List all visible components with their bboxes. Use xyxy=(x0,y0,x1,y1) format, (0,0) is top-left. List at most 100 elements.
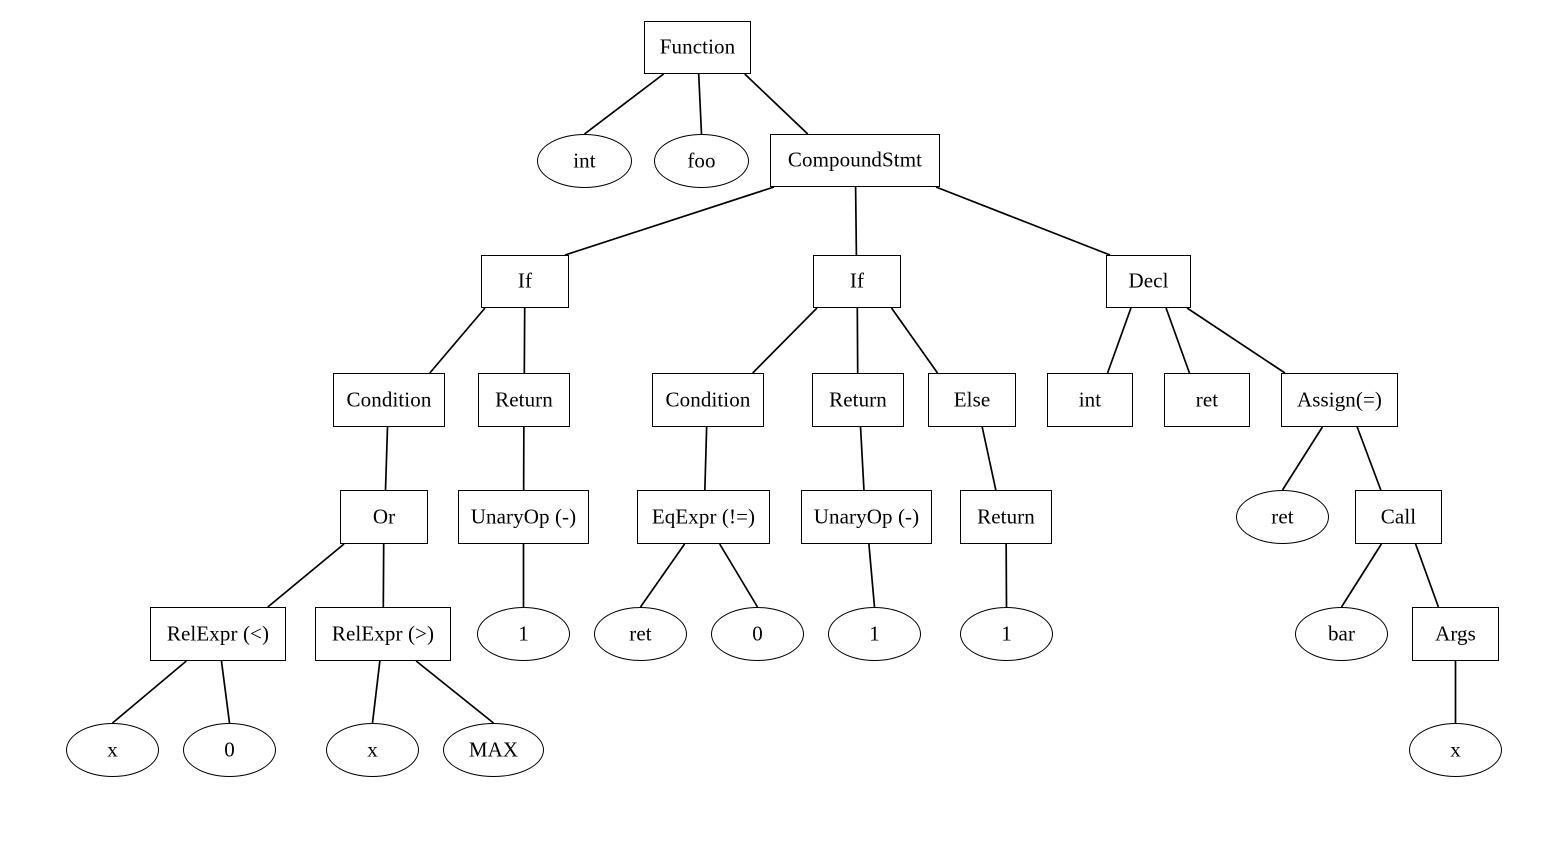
ast-node-return1[interactable]: Return xyxy=(478,373,570,427)
ast-node-if2[interactable]: If xyxy=(813,255,901,308)
ast-node-const_one_c[interactable]: 1 xyxy=(960,607,1053,661)
ast-node-label: UnaryOp (-) xyxy=(470,504,577,528)
ast-node-const_one_b[interactable]: 1 xyxy=(828,607,921,661)
ast-node-unaryop2[interactable]: UnaryOp (-) xyxy=(801,490,932,544)
ast-node-label: ret xyxy=(1195,387,1219,411)
ast-node-cond2[interactable]: Condition xyxy=(652,373,764,427)
ast-node-gt_x[interactable]: x xyxy=(326,723,419,777)
ast-node-label: Decl xyxy=(1128,268,1169,293)
ast-node-decl_int[interactable]: int xyxy=(1047,373,1133,427)
ast-node-label: x xyxy=(367,737,378,761)
ast-node-label: If xyxy=(517,268,533,293)
ast-edge-or1-to-relexpr_lt xyxy=(267,543,345,608)
ast-node-label: int xyxy=(573,148,596,172)
ast-edge-call-to-args xyxy=(1414,543,1440,608)
ast-node-decl_ret[interactable]: ret xyxy=(1164,373,1250,427)
ast-edge-assign-to-call xyxy=(1356,426,1382,491)
ast-edge-if1-to-cond1 xyxy=(429,307,486,374)
ast-node-compoundstmt[interactable]: CompoundStmt xyxy=(770,134,940,187)
ast-node-label: Args xyxy=(1435,621,1476,645)
ast-edge-cond2-to-eqexpr xyxy=(704,426,708,491)
ast-edge-decl-to-decl_int xyxy=(1106,307,1132,374)
ast-edge-relexpr_gt-to-gt_x xyxy=(371,660,381,724)
ast-node-function[interactable]: Function xyxy=(644,21,751,74)
ast-node-label: MAX xyxy=(468,737,519,761)
ast-node-unaryop1[interactable]: UnaryOp (-) xyxy=(458,490,589,544)
ast-node-label: x xyxy=(107,737,118,761)
ast-node-or1[interactable]: Or xyxy=(340,490,428,544)
ast-node-label: If xyxy=(849,268,865,293)
ast-node-return3[interactable]: Return xyxy=(960,490,1052,544)
ast-edge-eqexpr-to-eq_zero xyxy=(718,543,759,608)
ast-node-assign[interactable]: Assign(=) xyxy=(1281,373,1398,427)
ast-node-label: 1 xyxy=(869,621,880,645)
ast-node-label: foo xyxy=(687,148,716,172)
ast-node-eq_ret[interactable]: ret xyxy=(594,607,687,661)
ast-node-call[interactable]: Call xyxy=(1355,490,1442,544)
ast-node-lt_zero[interactable]: 0 xyxy=(183,723,276,777)
ast-edge-relexpr_lt-to-lt_zero xyxy=(220,660,231,724)
ast-node-args_x[interactable]: x xyxy=(1409,723,1502,777)
ast-node-label: EqExpr (!=) xyxy=(651,504,756,528)
ast-edge-call-to-call_bar xyxy=(1340,543,1383,608)
ast-node-const_one_a[interactable]: 1 xyxy=(477,607,570,661)
ast-edge-eqexpr-to-eq_ret xyxy=(639,543,686,608)
ast-node-label: UnaryOp (-) xyxy=(813,504,920,528)
ast-node-label: Return xyxy=(829,387,887,411)
ast-node-return2[interactable]: Return xyxy=(812,373,904,427)
ast-node-assign_ret[interactable]: ret xyxy=(1236,490,1329,544)
ast-node-eqexpr[interactable]: EqExpr (!=) xyxy=(637,490,770,544)
ast-node-relexpr_lt[interactable]: RelExpr (<) xyxy=(150,607,286,661)
ast-node-else1[interactable]: Else xyxy=(928,373,1016,427)
ast-edge-function-to-int_type xyxy=(583,73,665,135)
ast-edge-relexpr_gt-to-gt_max xyxy=(415,660,495,724)
ast-node-label: Return xyxy=(495,387,553,411)
ast-node-label: 1 xyxy=(1001,621,1012,645)
ast-edge-compoundstmt-to-if1 xyxy=(564,186,775,256)
ast-node-label: 1 xyxy=(518,621,529,645)
ast-node-label: bar xyxy=(1327,621,1356,645)
ast-node-foo_name[interactable]: foo xyxy=(654,134,749,188)
ast-node-args[interactable]: Args xyxy=(1412,607,1499,661)
ast-node-decl[interactable]: Decl xyxy=(1106,255,1191,308)
ast-node-label: Else xyxy=(953,387,991,411)
ast-edge-compoundstmt-to-if2 xyxy=(854,186,858,256)
ast-node-relexpr_gt[interactable]: RelExpr (>) xyxy=(315,607,451,661)
ast-node-label: int xyxy=(1078,387,1102,411)
ast-node-int_type[interactable]: int xyxy=(537,134,632,188)
ast-node-label: Condition xyxy=(665,387,751,411)
ast-node-label: Call xyxy=(1380,504,1417,528)
ast-node-label: Return xyxy=(977,504,1035,528)
ast-node-label: Condition xyxy=(346,387,432,411)
ast-node-label: RelExpr (<) xyxy=(166,621,270,645)
ast-node-eq_zero[interactable]: 0 xyxy=(711,607,804,661)
ast-edge-if2-to-else1 xyxy=(890,307,939,374)
ast-node-call_bar[interactable]: bar xyxy=(1295,607,1388,661)
ast-node-label: ret xyxy=(1271,504,1294,528)
ast-edge-unaryop2-to-const_one_b xyxy=(868,543,876,608)
ast-edge-relexpr_lt-to-lt_x xyxy=(111,660,187,724)
ast-edge-compoundstmt-to-decl xyxy=(935,186,1111,256)
ast-edge-decl-to-assign xyxy=(1186,307,1286,374)
ast-edge-cond1-to-or1 xyxy=(384,426,389,491)
ast-node-if1[interactable]: If xyxy=(481,255,569,308)
ast-node-label: Assign(=) xyxy=(1296,387,1383,411)
ast-edge-decl-to-decl_ret xyxy=(1165,307,1191,374)
ast-node-cond1[interactable]: Condition xyxy=(333,373,445,427)
ast-edge-if2-to-cond2 xyxy=(752,307,818,374)
ast-edge-else1-to-return3 xyxy=(981,426,997,491)
ast-node-label: x xyxy=(1450,737,1461,761)
ast-node-lt_x[interactable]: x xyxy=(66,723,159,777)
ast-edge-function-to-compoundstmt xyxy=(744,73,809,135)
ast-diagram-canvas: Function int foo CompoundStmt If If Decl Condit… xyxy=(0,0,1565,842)
ast-node-label: 0 xyxy=(224,737,235,761)
ast-node-gt_max[interactable]: MAX xyxy=(443,723,544,777)
ast-node-label: Function xyxy=(659,34,736,59)
ast-node-label: RelExpr (>) xyxy=(331,621,435,645)
ast-node-label: ret xyxy=(629,621,652,645)
ast-edge-assign-to-assign_ret xyxy=(1281,426,1324,491)
ast-node-label: Or xyxy=(372,504,396,528)
ast-node-label: CompoundStmt xyxy=(787,147,923,172)
ast-edge-function-to-foo_name xyxy=(697,73,703,135)
ast-edge-return2-to-unaryop2 xyxy=(859,426,865,491)
